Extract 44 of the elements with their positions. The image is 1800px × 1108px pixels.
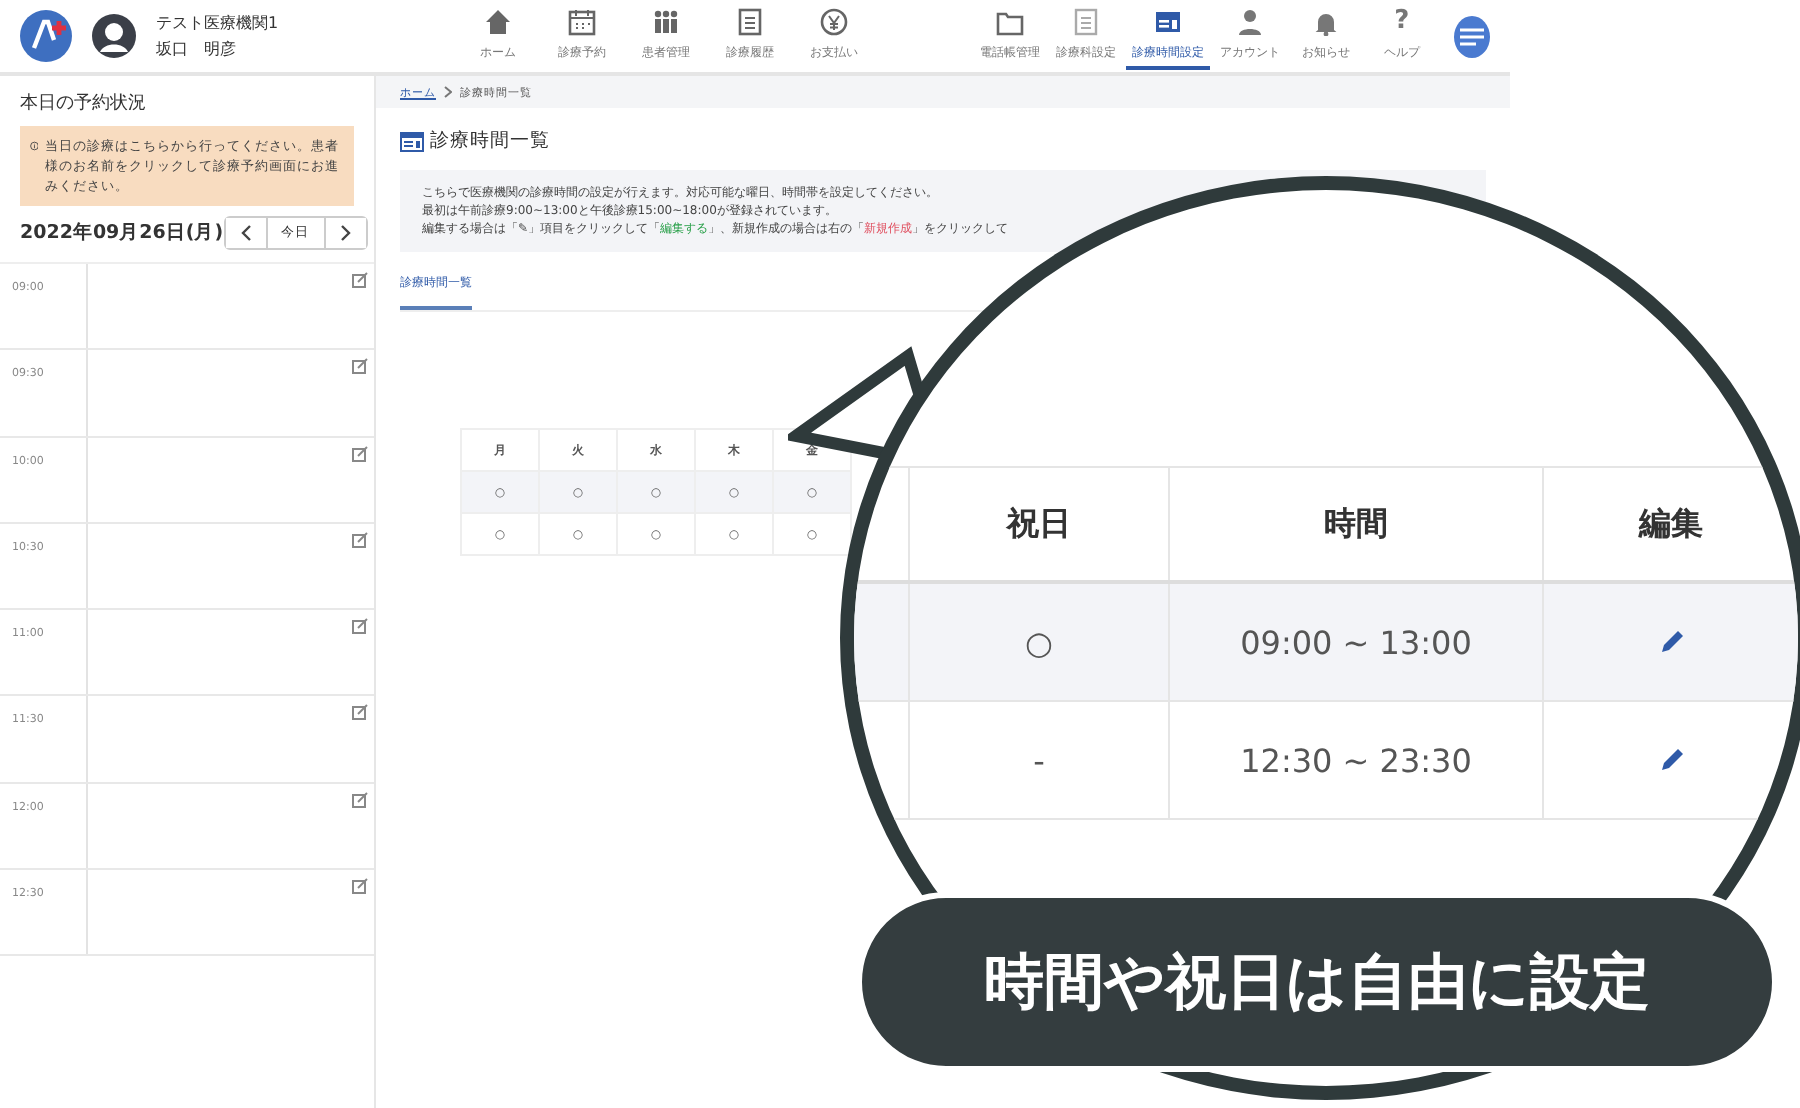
table-cell: 09:00 ~ 13:00 [1170, 584, 1544, 700]
document-icon [1071, 8, 1100, 36]
date-label: 2022年09月26日(月) [20, 220, 224, 246]
column-header: 時間 [1170, 468, 1544, 580]
edit-icon [352, 791, 368, 808]
menu-icon [1459, 27, 1484, 45]
schedule-icon [400, 131, 424, 151]
home-icon [483, 8, 512, 36]
info-icon [30, 136, 39, 156]
avatar-icon [92, 14, 136, 58]
edit-icon [352, 358, 368, 375]
sidebar-title: 本日の予約状況 [18, 91, 148, 118]
caption-banner: 時間や祝日は自由に設定 [856, 892, 1778, 1072]
edit-icon [352, 618, 368, 635]
table-cell: - [908, 702, 1170, 818]
table-cell: 12:30 ~ 23:30 [1170, 702, 1544, 818]
calendar-icon [567, 8, 596, 36]
pencil-icon [1657, 746, 1685, 774]
menu-button[interactable] [1453, 15, 1490, 57]
schedule-icon [1153, 8, 1182, 36]
column-header: 祝日 [908, 468, 1170, 580]
column-header: 編集 [1636, 501, 1705, 545]
table-cell: ○ [908, 584, 1170, 700]
chevron-right-icon [339, 224, 352, 242]
chevron-left-icon [239, 224, 252, 242]
page-title: 診療時間一覧 [430, 128, 550, 154]
edit-icon [352, 445, 368, 462]
chevron-right-icon [444, 86, 452, 98]
document-icon [735, 8, 764, 36]
edit-icon [352, 272, 368, 288]
pencil-icon [1657, 628, 1685, 656]
edit-icon [352, 704, 368, 721]
next-button[interactable] [323, 218, 366, 248]
folder-icon [995, 8, 1024, 36]
edit-icon [352, 531, 368, 548]
yen-icon [819, 8, 848, 36]
edit-icon [352, 878, 368, 895]
bell-icon [1311, 8, 1340, 36]
logo-icon [20, 10, 72, 62]
person-icon [1235, 8, 1264, 36]
help-icon: ? [1394, 8, 1410, 36]
organization-name: テスト医療機関1 [156, 12, 281, 34]
user-name: 坂口 明彦 [156, 38, 238, 60]
people-icon [651, 8, 680, 36]
